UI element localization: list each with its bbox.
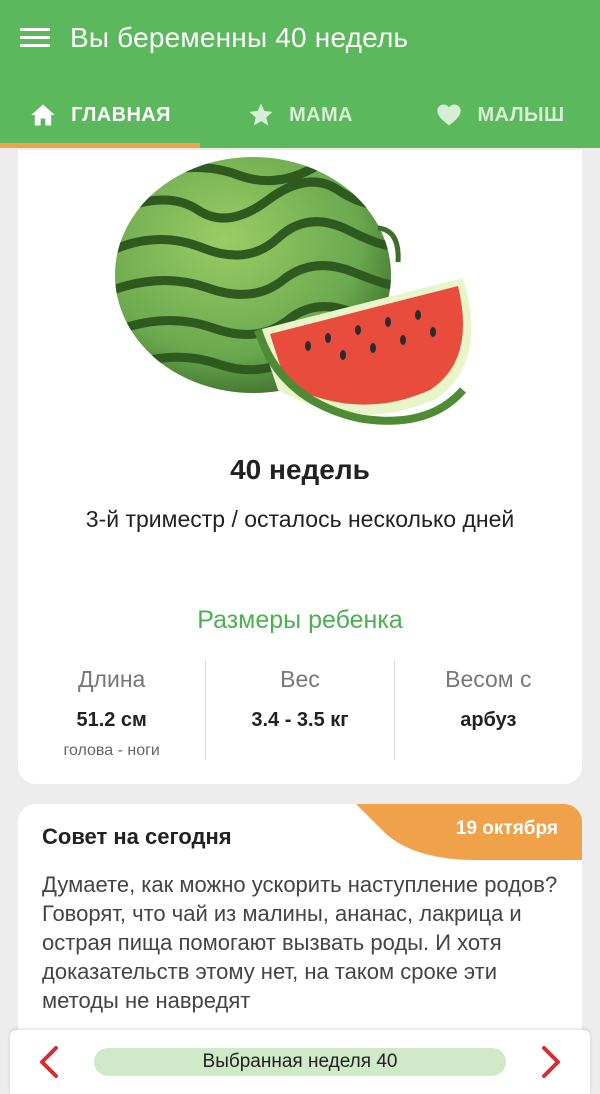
size-label: Длина [77,666,146,692]
week-selector-bar: Выбранная неделя 40 [10,1030,590,1094]
baby-sizes-title: Размеры ребенка [197,606,403,634]
week-info-card: 40 недель 3-й триместр / осталось нескол… [18,150,582,784]
size-weight: Вес 3.4 - 3.5 кг [205,660,393,760]
home-icon [29,101,57,129]
tab-baby[interactable]: МАЛЫШ [400,82,600,148]
date-badge: 19 октября [356,804,582,860]
week-title: 40 недель [230,454,370,485]
tip-date: 19 октября [455,818,558,839]
size-label: Вес [280,666,320,692]
tip-title: Совет на сегодня [42,824,232,849]
tab-home[interactable]: ГЛАВНАЯ [0,82,200,148]
hamburger-menu-icon[interactable] [18,24,52,54]
heart-icon [435,101,463,129]
size-length: Длина 51.2 см голова - ноги [18,660,205,760]
star-icon [247,101,275,129]
chevron-right-icon[interactable] [530,1042,570,1082]
page-title: Вы беременны 40 недель [70,22,409,53]
tab-bar: ГЛАВНАЯ МАМА МАЛЫШ [0,82,600,148]
size-label: Весом с [445,666,532,692]
size-comparison: Весом с арбуз [393,660,582,760]
chevron-left-icon[interactable] [30,1042,70,1082]
size-value: 3.4 - 3.5 кг [251,709,349,731]
size-value: 51.2 см [76,709,147,731]
app-bar: Вы беременны 40 недель ГЛАВНАЯ МАМА МАЛЫ… [0,0,600,148]
selected-week-label[interactable]: Выбранная неделя 40 [94,1048,506,1076]
tab-mama[interactable]: МАМА [200,82,400,148]
week-subtitle: 3-й триместр / осталось несколько дней [85,506,515,532]
baby-sizes-row: Длина 51.2 см голова - ноги Вес 3.4 - 3.… [18,660,582,760]
size-note: голова - ноги [63,742,160,759]
size-value: арбуз [460,709,517,731]
tab-label-baby: МАЛЫШ [477,103,565,126]
tab-label-mama: МАМА [289,103,353,126]
tab-label-home: ГЛАВНАЯ [71,103,171,126]
watermelon-illustration [108,150,488,440]
tip-text: Думаете, как можно ускорить наступление … [42,872,558,1013]
